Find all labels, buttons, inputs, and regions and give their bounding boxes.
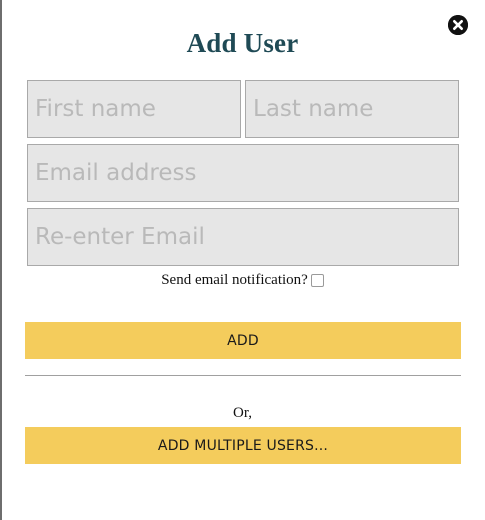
last-name-field[interactable] xyxy=(245,80,459,138)
first-name-field[interactable] xyxy=(27,80,241,138)
email-notification-row: Send email notification? xyxy=(0,272,485,289)
add-multiple-users-button[interactable]: ADD MULTIPLE USERS... xyxy=(25,427,461,464)
add-button[interactable]: ADD xyxy=(25,322,461,359)
email-notification-checkbox[interactable] xyxy=(310,274,324,288)
confirm-email-field[interactable] xyxy=(27,208,459,266)
email-notification-label: Send email notification? xyxy=(161,272,308,289)
dialog-left-border xyxy=(0,0,2,520)
or-label: Or, xyxy=(233,405,252,421)
divider xyxy=(25,375,461,376)
dialog-title: Add User xyxy=(186,28,299,58)
email-field[interactable] xyxy=(27,144,459,202)
